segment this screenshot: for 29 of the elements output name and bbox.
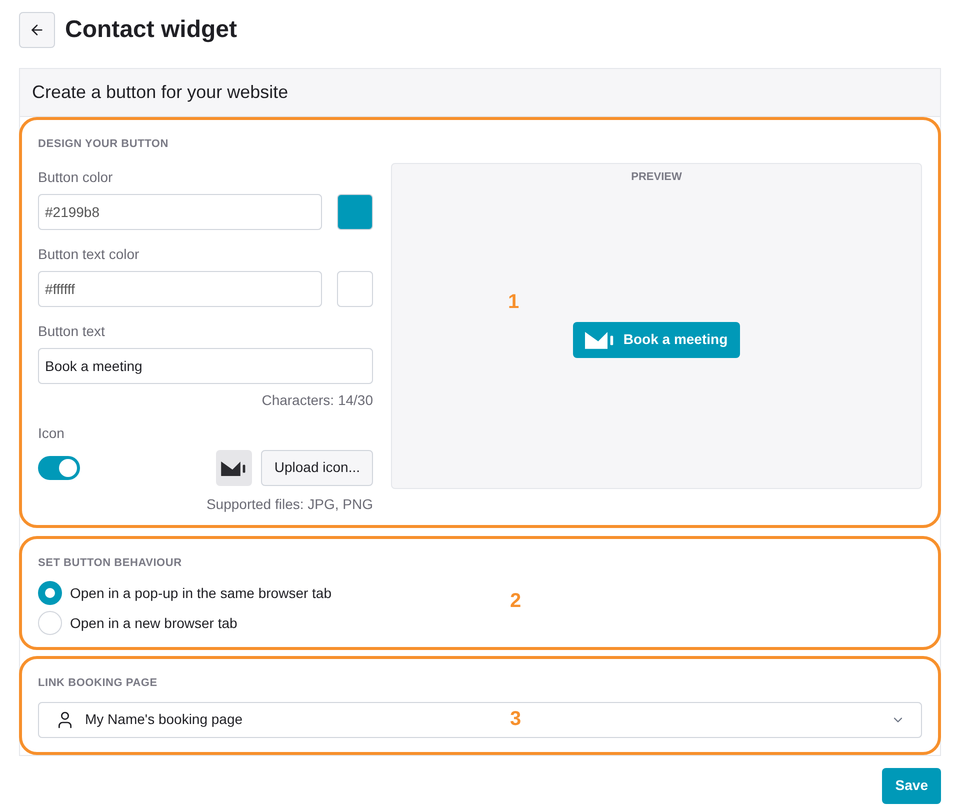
callout-number: 3 (510, 707, 522, 732)
field-label: Icon (38, 424, 66, 442)
callout-number: 2 (510, 588, 522, 614)
icon-toggle[interactable] (38, 456, 80, 480)
section-heading: LINK BOOKING PAGE (38, 676, 158, 691)
section-heading: SET BUTTON BEHAVIOUR (38, 556, 183, 570)
color-swatch[interactable] (337, 194, 373, 230)
callout-number: 1 (508, 290, 520, 315)
back-button[interactable] (19, 12, 55, 48)
character-count: Characters: 14/30 (262, 390, 373, 410)
field-label: Button color (38, 168, 114, 186)
video-camera-icon (221, 460, 248, 476)
field-label: Button text color (38, 244, 140, 264)
field-label: Button text (38, 322, 106, 340)
upload-icon-button[interactable]: Upload icon... (261, 450, 373, 486)
text-input[interactable]: Book a meeting (38, 348, 373, 384)
video-camera-icon (585, 330, 616, 349)
radio-option[interactable]: Open in a pop-up in the same browser tab (38, 581, 332, 605)
color-input[interactable]: #2199b8 (38, 194, 322, 230)
card-title: Create a button for your website (32, 81, 288, 104)
page-title: Contact widget (65, 15, 237, 45)
color-input[interactable]: #ffffff (38, 270, 322, 306)
color-swatch[interactable] (337, 270, 373, 306)
preview-heading: PREVIEW (631, 170, 682, 185)
radio-button[interactable] (38, 611, 62, 635)
section-heading: DESIGN YOUR BUTTON (38, 137, 170, 152)
file-types-note: Supported files: JPG, PNG (206, 494, 373, 514)
radio-option[interactable]: Open in a new browser tab (38, 611, 238, 635)
radio-button[interactable] (38, 581, 62, 605)
